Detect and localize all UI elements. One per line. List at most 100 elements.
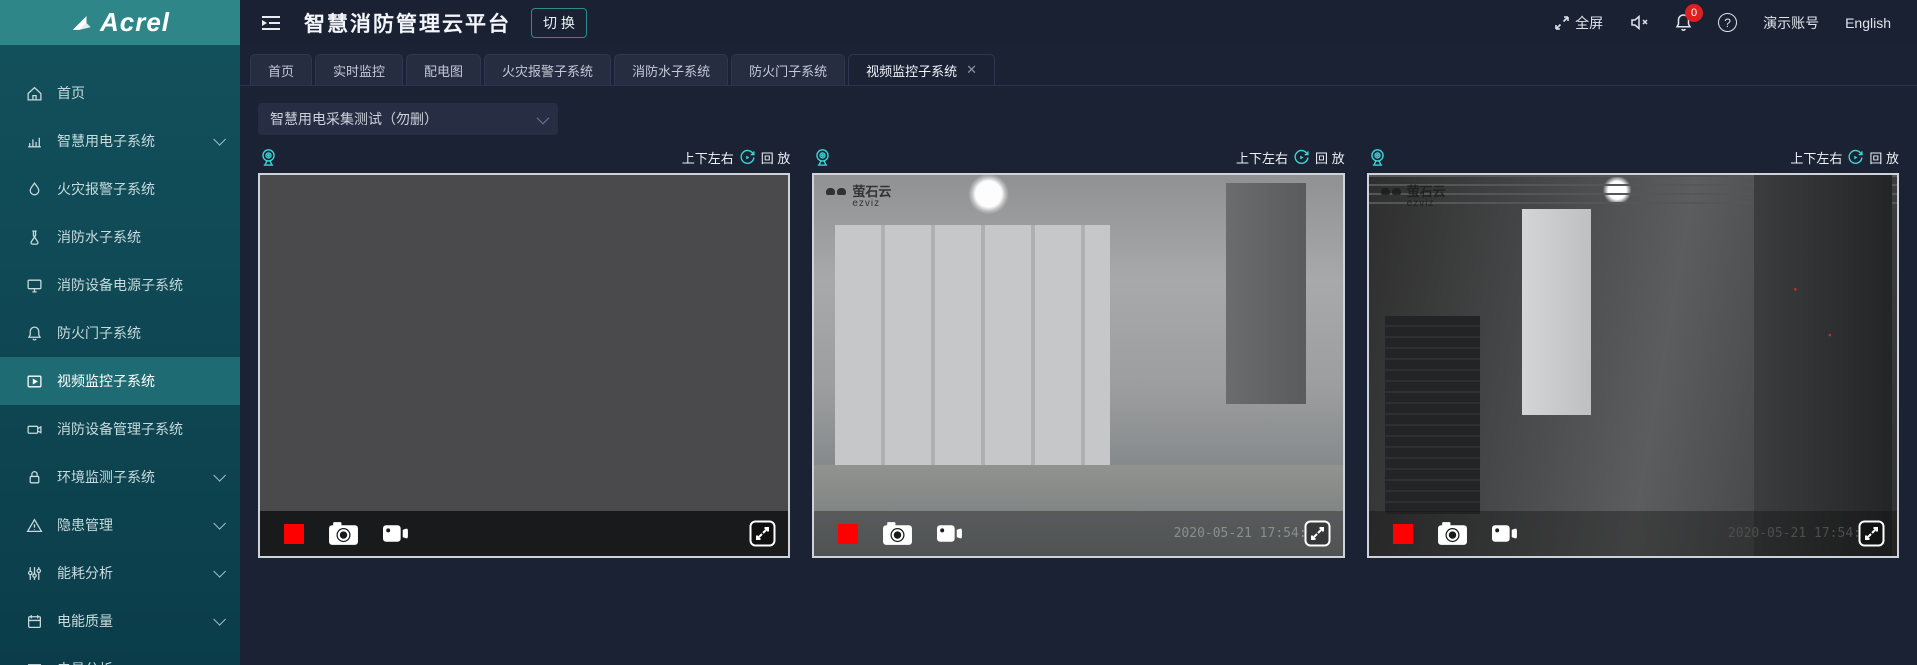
ptz-control[interactable]: 上下左右 (1236, 148, 1288, 167)
mute-icon[interactable] (1629, 14, 1649, 31)
sidebar-item-hazard-management[interactable]: 隐患管理 (0, 501, 240, 549)
sliders-icon (26, 565, 43, 582)
record-stop-button[interactable] (1393, 524, 1413, 544)
camera-panel-1: 上下左右 回 放 (258, 144, 790, 558)
flask-icon (26, 229, 43, 246)
monitor-icon (26, 277, 43, 294)
chart-icon (26, 133, 43, 150)
record-stop-button[interactable] (284, 524, 304, 544)
record-stop-button[interactable] (838, 524, 858, 544)
camera-panels: 上下左右 回 放 (258, 144, 1899, 558)
video-frame: 萤石云 ezviz 2020-05-21 17:54: (812, 173, 1344, 558)
video-timestamp: 2020-05-21 17:54: (1174, 526, 1307, 541)
chevron-down-icon (213, 517, 226, 530)
sidebar-item-fire-water[interactable]: 消防水子系统 (0, 213, 240, 261)
video-timestamp: 2020-05-21 17:54: (1728, 526, 1861, 541)
webcam-icon (258, 147, 279, 168)
webcam-icon (1367, 147, 1388, 168)
notification-badge: 0 (1685, 4, 1703, 22)
sidebar-item-video-monitoring[interactable]: 视频监控子系统 (0, 357, 240, 405)
fullscreen-control[interactable]: 全屏 (1554, 13, 1603, 33)
switch-button[interactable]: 切 换 (531, 8, 587, 38)
tab-realtime-monitoring[interactable]: 实时监控 (315, 54, 403, 85)
sidebar-nav: 首页 智慧用电子系统 火灾报警子系统 消防水子系统 消防设备电源子系统 (0, 45, 240, 665)
sidebar-item-electricity-analysis[interactable]: 电量分析 (0, 645, 240, 665)
page-title: 智慧消防管理云平台 (304, 8, 511, 38)
sidebar-item-environment[interactable]: 环境监测子系统 (0, 453, 240, 501)
replay-control[interactable]: 回 放 (1315, 148, 1345, 167)
expand-icon[interactable] (749, 520, 776, 547)
tab-distribution-diagram[interactable]: 配电图 (406, 54, 481, 85)
video-frame: 萤石云 ezviz 2020-05-21 17:54: (1367, 173, 1899, 558)
record-video-icon[interactable] (937, 524, 964, 543)
replay-control[interactable]: 回 放 (1869, 148, 1899, 167)
table-icon (26, 661, 43, 665)
close-icon[interactable]: ✕ (966, 62, 977, 78)
ptz-control[interactable]: 上下左右 (682, 148, 734, 167)
notifications-bell[interactable]: 0 (1675, 13, 1692, 32)
replay-control[interactable]: 回 放 (761, 148, 791, 167)
record-video-icon[interactable] (383, 524, 410, 543)
sidebar-item-smart-power[interactable]: 智慧用电子系统 (0, 117, 240, 165)
chevron-down-icon (213, 133, 226, 146)
fire-icon (26, 181, 43, 198)
webcam-icon (812, 147, 833, 168)
tab-fire-alarm[interactable]: 火灾报警子系统 (484, 54, 611, 85)
sidebar-item-device-power[interactable]: 消防设备电源子系统 (0, 261, 240, 309)
ptz-control[interactable]: 上下左右 (1790, 148, 1842, 167)
tab-home[interactable]: 首页 (250, 54, 312, 85)
snapshot-icon[interactable] (882, 521, 913, 546)
tab-video-monitoring[interactable]: 视频监控子系统 ✕ (848, 54, 995, 85)
sidebar-item-power-quality[interactable]: 电能质量 (0, 597, 240, 645)
ezviz-logo-icon (1381, 185, 1401, 195)
video-frame (258, 173, 790, 558)
sidebar-item-device-management[interactable]: 消防设备管理子系统 (0, 405, 240, 453)
sidebar-item-fire-alarm[interactable]: 火灾报警子系统 (0, 165, 240, 213)
chevron-down-icon (213, 613, 226, 626)
warning-icon (26, 517, 43, 534)
replay-icon[interactable] (1847, 149, 1864, 166)
video-feed (260, 175, 788, 556)
tab-bar: 首页 实时监控 配电图 火灾报警子系统 消防水子系统 防火门子系统 视频监控子系… (240, 45, 1917, 86)
home-icon (26, 85, 43, 102)
project-select[interactable]: 智慧用电采集测试（勿删） (258, 103, 558, 135)
camera-icon (26, 421, 43, 438)
video-feed (814, 175, 1342, 556)
sidebar-item-energy-analysis[interactable]: 能耗分析 (0, 549, 240, 597)
expand-icon[interactable] (1304, 520, 1331, 547)
sidebar-collapse-icon[interactable] (260, 14, 282, 32)
replay-icon[interactable] (739, 149, 756, 166)
record-video-icon[interactable] (1492, 524, 1519, 543)
snapshot-icon[interactable] (1437, 521, 1468, 546)
brand-logo: Acrel (0, 0, 240, 45)
sidebar-item-fire-door[interactable]: 防火门子系统 (0, 309, 240, 357)
video-page: 智慧用电采集测试（勿删） 上下左右 (240, 86, 1917, 558)
app-header: Acrel 智慧消防管理云平台 切 换 全屏 (0, 0, 1917, 45)
video-feed (1369, 175, 1897, 556)
bell-icon (26, 325, 43, 342)
tab-fire-water[interactable]: 消防水子系统 (614, 54, 728, 85)
calendar-icon (26, 613, 43, 630)
expand-icon[interactable] (1858, 520, 1885, 547)
fullscreen-icon (1554, 15, 1570, 31)
help-icon: ? (1718, 13, 1737, 32)
video-controls (260, 511, 788, 556)
acrel-logo-icon (70, 12, 92, 34)
snapshot-icon[interactable] (328, 521, 359, 546)
ezviz-logo-icon (826, 185, 846, 195)
project-select-value: 智慧用电采集测试（勿删） (270, 109, 438, 129)
tab-fire-door[interactable]: 防火门子系统 (731, 54, 845, 85)
camera-panel-2: 上下左右 回 放 (812, 144, 1344, 558)
replay-icon[interactable] (1293, 149, 1310, 166)
chevron-down-icon (213, 565, 226, 578)
language-switch[interactable]: English (1845, 15, 1891, 31)
sidebar-item-home[interactable]: 首页 (0, 69, 240, 117)
account-menu[interactable]: 演示账号 (1763, 13, 1819, 33)
brand-name: Acrel (100, 7, 170, 38)
video-icon (26, 373, 43, 390)
chevron-down-icon (213, 469, 226, 482)
help-button[interactable]: ? (1718, 13, 1737, 32)
chevron-down-icon (537, 111, 550, 124)
camera-panel-3: 上下左右 回 放 (1367, 144, 1899, 558)
ezviz-watermark: 萤石云 ezviz (1381, 185, 1446, 209)
